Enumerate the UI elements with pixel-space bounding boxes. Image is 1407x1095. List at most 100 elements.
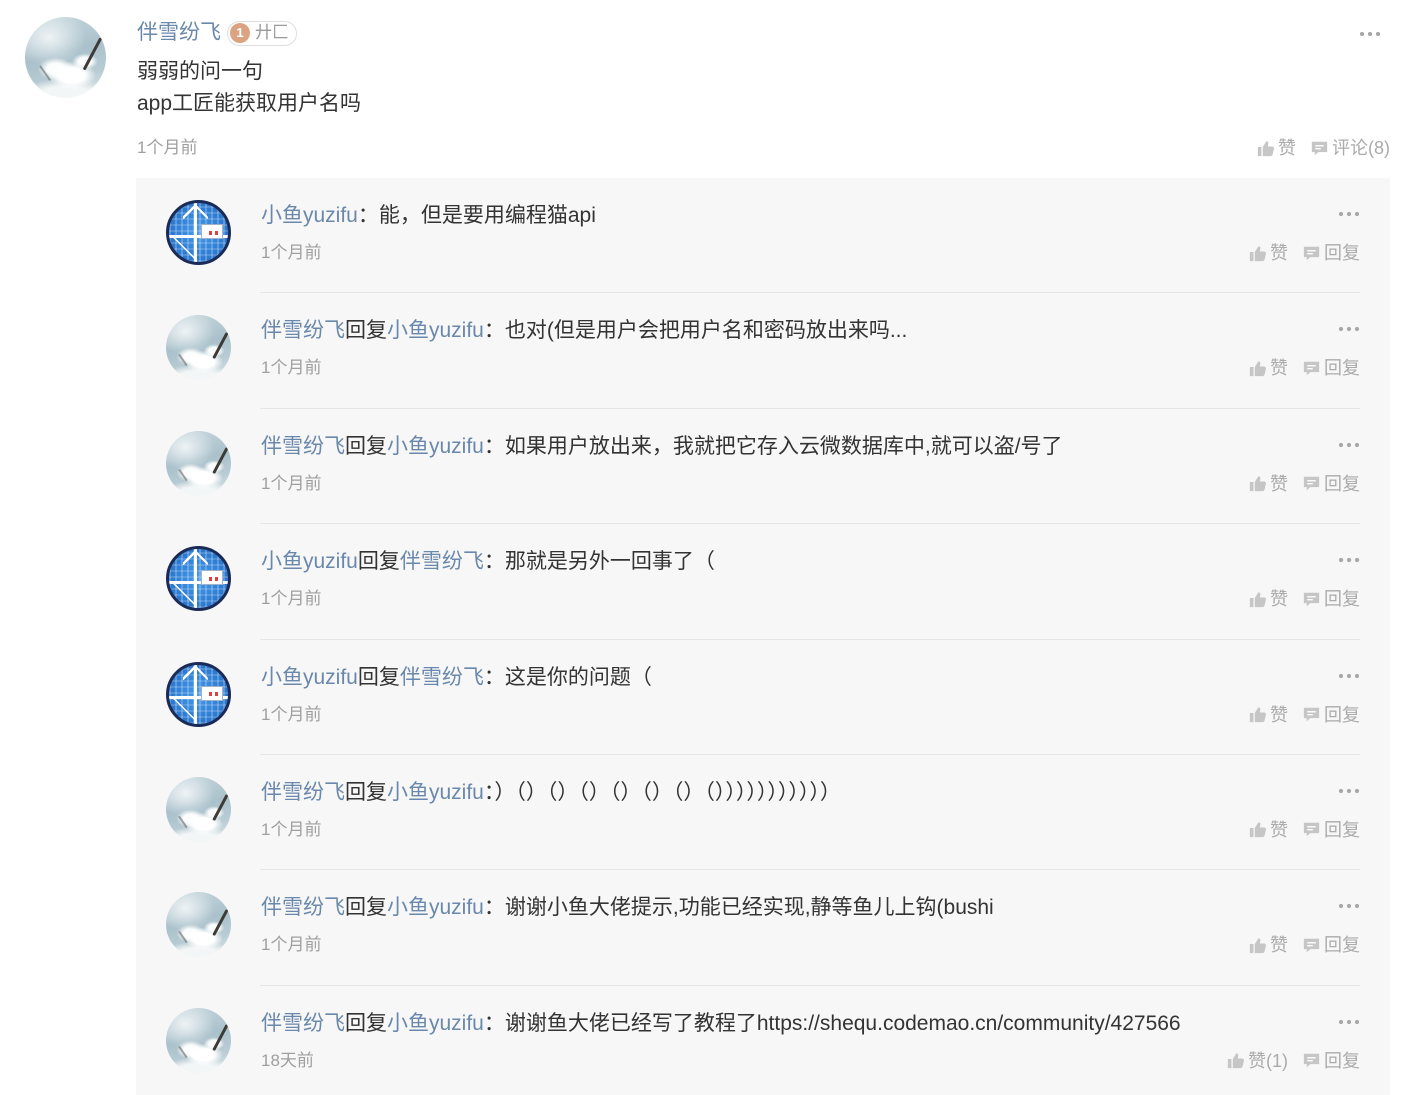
reply-actions: 赞 回复 bbox=[1249, 242, 1360, 264]
avatar[interactable] bbox=[166, 430, 231, 496]
reply-button[interactable]: 回复 bbox=[1303, 242, 1360, 264]
reply-text: 小鱼yuzifu：能，但是要用编程猫api bbox=[261, 202, 1330, 230]
more-icon[interactable] bbox=[1338, 326, 1360, 332]
like-button[interactable]: 赞 bbox=[1257, 137, 1296, 159]
like-label: 赞 bbox=[1270, 704, 1288, 725]
reply-button[interactable]: 回复 bbox=[1303, 819, 1360, 841]
more-icon[interactable] bbox=[1338, 788, 1360, 794]
colon: ： bbox=[483, 550, 505, 574]
author-link[interactable]: 伴雪纷飞 bbox=[261, 435, 345, 458]
avatar[interactable] bbox=[166, 1007, 231, 1073]
reply-time: 1个月前 bbox=[261, 243, 322, 262]
reply-content: 谢谢鱼大佬已经写了教程了https://shequ.codemao.cn/com… bbox=[504, 1011, 1181, 1035]
colon: ： bbox=[483, 319, 505, 343]
reply-item: 小鱼yuzifu 回复 伴雪纷飞：那就是另外一回事了（ 1个月前 赞 回复 bbox=[136, 524, 1390, 640]
reply-text: 伴雪纷飞回复小鱼yuzifu：）（）（）（）（）（）（）（））））））））））） bbox=[261, 779, 1330, 807]
reply-word: 回复 bbox=[345, 319, 387, 343]
reply-button[interactable]: 回复 bbox=[1303, 704, 1360, 726]
more-icon[interactable] bbox=[1338, 1019, 1360, 1025]
reply-target-link[interactable]: 小鱼yuzifu bbox=[387, 319, 484, 342]
reply-button[interactable]: 回复 bbox=[1303, 934, 1360, 956]
reply-button[interactable]: 回复 bbox=[1303, 588, 1360, 610]
thumbs-up-icon bbox=[1249, 937, 1266, 954]
reply-text: 伴雪纷飞回复小鱼yuzifu：谢谢小鱼大佬提示,功能已经实现,静等鱼儿上钩(bu… bbox=[261, 894, 1330, 922]
more-icon[interactable] bbox=[1338, 211, 1360, 217]
reply-button[interactable]: 回复 bbox=[1303, 357, 1360, 379]
author-link[interactable]: 小鱼yuzifu bbox=[261, 666, 358, 689]
reply-word: 回复 bbox=[345, 780, 387, 804]
like-button[interactable]: 赞 bbox=[1249, 357, 1288, 379]
author-link[interactable]: 伴雪纷飞 bbox=[261, 319, 345, 342]
reply-text: 伴雪纷飞回复小鱼yuzifu：如果用户放出来，我就把它存入云微数据库中,就可以盗… bbox=[261, 433, 1330, 461]
reply-label: 回复 bbox=[1324, 473, 1360, 494]
comment-button[interactable]: 评论(8) bbox=[1311, 137, 1390, 159]
reply-text: 小鱼yuzifu回复伴雪纷飞：这是你的问题（ bbox=[261, 664, 1330, 692]
comment-icon bbox=[1303, 1052, 1320, 1069]
reply-item: 伴雪纷飞回复小鱼yuzifu：谢谢鱼大佬已经写了教程了https://shequ… bbox=[136, 986, 1390, 1095]
reply-button[interactable]: 回复 bbox=[1303, 473, 1360, 495]
comment-icon bbox=[1311, 140, 1328, 157]
author-link[interactable]: 小鱼yuzifu bbox=[261, 204, 358, 227]
like-label: 赞 bbox=[1270, 819, 1288, 840]
post-header: 伴雪纷飞 1 廾匚 bbox=[137, 19, 297, 47]
reply-target-link[interactable]: 小鱼yuzifu bbox=[387, 435, 484, 458]
reply-time: 1个月前 bbox=[261, 819, 322, 839]
reply-content: 那就是另外一回事了（ bbox=[504, 550, 715, 574]
reply-button[interactable]: 回复 bbox=[1303, 1050, 1360, 1072]
reply-actions: 赞 回复 bbox=[1249, 704, 1360, 726]
colon: ： bbox=[483, 665, 505, 689]
like-label: 赞 bbox=[1270, 935, 1288, 956]
comment-icon bbox=[1303, 937, 1320, 954]
reply-label: 回复 bbox=[1324, 935, 1360, 956]
comment-icon bbox=[1303, 706, 1320, 723]
more-icon[interactable] bbox=[1338, 903, 1360, 909]
like-button[interactable]: 赞 bbox=[1249, 473, 1288, 495]
comment-icon bbox=[1303, 475, 1320, 492]
author-link[interactable]: 伴雪纷飞 bbox=[137, 19, 221, 47]
more-icon[interactable] bbox=[1338, 442, 1360, 448]
like-button[interactable]: 赞(1) bbox=[1227, 1050, 1288, 1072]
reply-content: 能，但是要用编程猫api bbox=[378, 204, 596, 227]
reply-item: 小鱼yuzifu：能，但是要用编程猫api 1个月前 赞 回复 bbox=[136, 178, 1390, 294]
avatar[interactable] bbox=[166, 546, 231, 612]
author-link[interactable]: 伴雪纷飞 bbox=[261, 781, 345, 804]
like-label: 赞(1) bbox=[1248, 1050, 1288, 1071]
author-link[interactable]: 伴雪纷飞 bbox=[261, 896, 345, 919]
avatar[interactable] bbox=[166, 315, 231, 381]
like-button[interactable]: 赞 bbox=[1249, 242, 1288, 264]
avatar[interactable] bbox=[166, 661, 231, 727]
reply-target-link[interactable]: 伴雪纷飞 bbox=[400, 666, 484, 689]
reply-item: 小鱼yuzifu回复伴雪纷飞：这是你的问题（ 1个月前 赞 回复 bbox=[136, 640, 1390, 756]
reply-actions: 赞 回复 bbox=[1249, 357, 1360, 379]
like-label: 赞 bbox=[1270, 589, 1288, 610]
author-link[interactable]: 伴雪纷飞 bbox=[261, 1012, 345, 1035]
like-button[interactable]: 赞 bbox=[1249, 588, 1288, 610]
like-button[interactable]: 赞 bbox=[1249, 934, 1288, 956]
reply-actions: 赞(1) 回复 bbox=[1227, 1050, 1360, 1072]
more-icon[interactable] bbox=[1359, 31, 1381, 37]
avatar[interactable] bbox=[166, 200, 231, 265]
thumbs-up-icon bbox=[1249, 475, 1266, 492]
like-label: 赞 bbox=[1270, 243, 1288, 263]
thumbs-up-icon bbox=[1249, 360, 1266, 377]
more-icon[interactable] bbox=[1338, 673, 1360, 679]
colon: ： bbox=[483, 780, 495, 804]
reply-actions: 赞 回复 bbox=[1249, 588, 1360, 610]
author-link[interactable]: 小鱼yuzifu bbox=[261, 550, 358, 573]
reply-item: 伴雪纷飞回复小鱼yuzifu：谢谢小鱼大佬提示,功能已经实现,静等鱼儿上钩(bu… bbox=[136, 870, 1390, 987]
reply-target-link[interactable]: 小鱼yuzifu bbox=[387, 896, 484, 919]
like-button[interactable]: 赞 bbox=[1249, 819, 1288, 841]
like-button[interactable]: 赞 bbox=[1249, 704, 1288, 726]
reply-target-link[interactable]: 伴雪纷飞 bbox=[400, 550, 484, 573]
thumbs-up-icon bbox=[1257, 140, 1274, 157]
reply-target-link[interactable]: 小鱼yuzifu bbox=[387, 781, 484, 804]
comment-label: 评论(8) bbox=[1332, 138, 1390, 158]
reply-content: 这是你的问题（ bbox=[504, 665, 652, 689]
reply-target-link[interactable]: 小鱼yuzifu bbox=[387, 1012, 484, 1035]
avatar[interactable] bbox=[166, 892, 231, 958]
more-icon[interactable] bbox=[1338, 557, 1360, 563]
post-line: app工匠能获取用户名吗 bbox=[137, 92, 362, 115]
avatar[interactable] bbox=[25, 17, 106, 98]
avatar[interactable] bbox=[166, 776, 231, 842]
reply-time: 1个月前 bbox=[261, 589, 322, 609]
